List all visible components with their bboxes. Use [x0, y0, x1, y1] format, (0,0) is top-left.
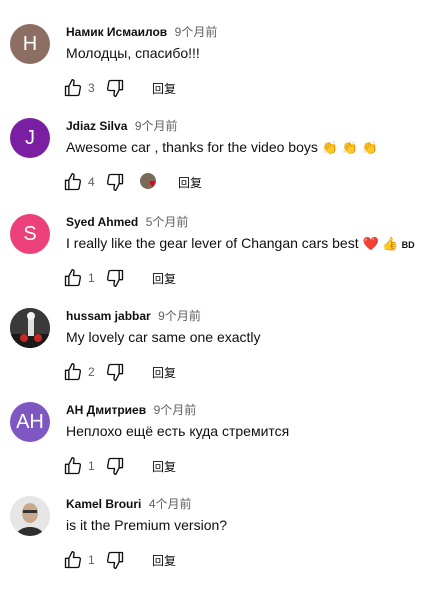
thumb-down-icon — [106, 79, 124, 98]
comment-emojis: 👏 👏 👏 — [321, 140, 378, 155]
comment-actions: 3 回复 — [62, 76, 176, 100]
avatar-letter: J — [25, 126, 35, 149]
thumb-down-icon — [106, 269, 124, 287]
creator-heart-icon: ♥ — [140, 171, 162, 193]
comment-actions: 1 回复 — [62, 266, 176, 290]
comment-header: Syed Ahmed 5个月前 — [66, 214, 188, 230]
comment-text-body: Молодцы, спасибо!!! — [66, 45, 200, 61]
thumb-down-icon — [106, 363, 124, 381]
dislike-button[interactable] — [104, 549, 126, 571]
comment-text: is it the Premium version? — [66, 515, 227, 535]
avatar[interactable]: Н — [10, 24, 50, 64]
author-name[interactable]: hussam jabbar — [66, 309, 151, 323]
comment-text: Неплохо ещё есть куда стремится — [66, 421, 289, 441]
comment-actions: 1 回复 — [62, 548, 176, 572]
comment-time[interactable]: 9个月前 — [135, 119, 178, 133]
comment-suffix: BD — [401, 240, 415, 250]
like-button[interactable] — [62, 455, 84, 477]
comment-time[interactable]: 4个月前 — [149, 497, 192, 511]
like-count: 1 — [88, 553, 95, 567]
like-count: 4 — [88, 175, 95, 189]
avatar-letter: Н — [22, 32, 38, 55]
thumb-up-icon — [64, 79, 82, 97]
comment-item: АН АН Дмитриев 9个月前 Неплохо ещё есть куд… — [0, 402, 445, 496]
reply-button[interactable]: 回复 — [152, 80, 176, 97]
comment-header: Kamel Brouri 4个月前 — [66, 496, 192, 512]
dislike-button[interactable] — [104, 455, 126, 477]
comment-item: Н Намик Исмаилов 9个月前 Молодцы, спасибо!!… — [0, 24, 445, 118]
avatar-letter: S — [23, 222, 37, 245]
comment-item: J Jdiaz Silva 9个月前 Awesome car , thanks … — [0, 118, 445, 212]
comment-text-body: My lovely car same one exactly — [66, 329, 261, 345]
author-name[interactable]: Намик Исмаилов — [66, 25, 167, 39]
comment-actions: 4 ♥ 回复 — [62, 170, 202, 194]
thumb-up-icon — [64, 363, 82, 381]
reply-button[interactable]: 回复 — [152, 458, 176, 475]
comment-text: My lovely car same one exactly — [66, 327, 261, 347]
comment-text-body: I really like the gear lever of Changan … — [66, 235, 359, 251]
avatar[interactable]: АН — [10, 402, 50, 442]
comment-actions: 1 回复 — [62, 454, 176, 478]
thumb-down-icon — [106, 551, 124, 569]
avatar[interactable] — [10, 308, 50, 348]
comment-text: Молодцы, спасибо!!! — [66, 43, 200, 63]
thumb-down-icon — [106, 457, 124, 475]
comment-emojis: ❤️ 👍 — [362, 236, 399, 251]
like-button[interactable] — [62, 77, 84, 99]
like-button[interactable] — [62, 171, 84, 193]
reply-button[interactable]: 回复 — [152, 270, 176, 287]
like-button[interactable] — [62, 267, 84, 289]
avatar[interactable]: J — [10, 118, 50, 158]
profile-photo-icon — [10, 496, 50, 536]
thumb-up-icon — [64, 551, 82, 569]
thumb-down-icon — [106, 173, 124, 191]
avatar-letter: АН — [16, 410, 44, 433]
comment-header: Намик Исмаилов 9个月前 — [66, 24, 217, 40]
comment-text: Awesome car , thanks for the video boys 👏… — [66, 137, 378, 158]
comment-text: I really like the gear lever of Changan … — [66, 233, 415, 255]
thumb-up-icon — [64, 269, 82, 287]
like-button[interactable] — [62, 549, 84, 571]
dislike-button[interactable] — [104, 361, 126, 383]
avatar[interactable]: S — [10, 214, 50, 254]
comment-item: hussam jabbar 9个月前 My lovely car same on… — [0, 308, 445, 402]
comment-time[interactable]: 5个月前 — [146, 215, 189, 229]
reply-button[interactable]: 回复 — [152, 364, 176, 381]
profile-photo-icon — [10, 308, 50, 348]
like-count: 1 — [88, 459, 95, 473]
comment-time[interactable]: 9个月前 — [154, 403, 197, 417]
author-name[interactable]: Kamel Brouri — [66, 497, 141, 511]
comment-header: hussam jabbar 9个月前 — [66, 308, 201, 324]
author-name[interactable]: Syed Ahmed — [66, 215, 138, 229]
like-count: 2 — [88, 365, 95, 379]
thumb-up-icon — [64, 457, 82, 475]
comment-header: АН Дмитриев 9个月前 — [66, 402, 196, 418]
avatar[interactable] — [10, 496, 50, 536]
comment-item: S Syed Ahmed 5个月前 I really like the gear… — [0, 214, 445, 308]
comment-time[interactable]: 9个月前 — [158, 309, 201, 323]
thumb-up-icon — [64, 173, 82, 191]
dislike-button[interactable] — [104, 171, 126, 193]
comment-item: Kamel Brouri 4个月前 is it the Premium vers… — [0, 496, 445, 590]
author-name[interactable]: Jdiaz Silva — [66, 119, 127, 133]
dislike-button[interactable] — [104, 77, 126, 99]
like-count: 1 — [88, 271, 95, 285]
author-name[interactable]: АН Дмитриев — [66, 403, 146, 417]
heart-icon: ♥ — [149, 178, 156, 190]
comment-header: Jdiaz Silva 9个月前 — [66, 118, 178, 134]
reply-button[interactable]: 回复 — [152, 552, 176, 569]
like-button[interactable] — [62, 361, 84, 383]
comment-text-body: Неплохо ещё есть куда стремится — [66, 423, 290, 439]
comment-time[interactable]: 9个月前 — [175, 25, 218, 39]
like-count: 3 — [88, 81, 95, 95]
comment-actions: 2 回复 — [62, 360, 176, 384]
comment-text-body: is it the Premium version? — [66, 517, 228, 533]
comment-text-body: Awesome car , thanks for the video boys — [66, 139, 318, 155]
dislike-button[interactable] — [104, 267, 126, 289]
reply-button[interactable]: 回复 — [178, 174, 202, 191]
